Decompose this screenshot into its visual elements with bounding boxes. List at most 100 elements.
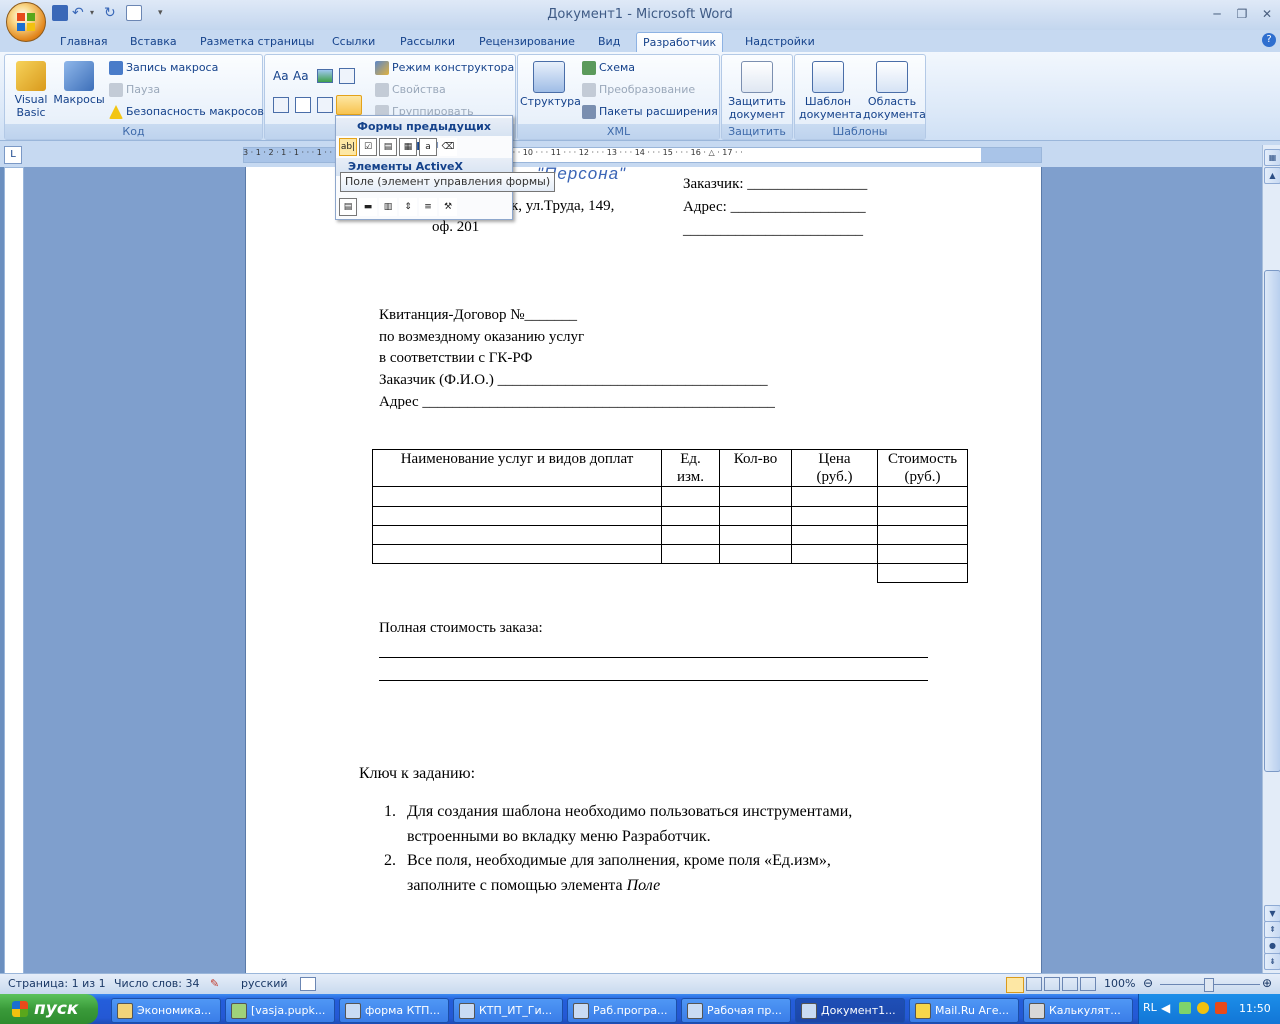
rich-text-control-icon[interactable]: Aa xyxy=(273,69,289,83)
record-macro-button[interactable]: Запись макроса xyxy=(109,59,218,77)
table-cell[interactable] xyxy=(877,486,968,507)
table-cell[interactable] xyxy=(661,486,720,507)
start-button[interactable]: пуск xyxy=(0,994,98,1024)
previous-page-icon[interactable]: ⇞ xyxy=(1264,921,1280,938)
draft-view-icon[interactable] xyxy=(1080,977,1096,991)
scroll-up-icon[interactable]: ▲ xyxy=(1264,167,1280,184)
zoom-level[interactable]: 100% xyxy=(1104,977,1135,990)
tab-view[interactable]: Вид xyxy=(592,32,626,52)
tab-developer[interactable]: Разработчик xyxy=(636,32,724,53)
vertical-scrollbar[interactable]: ▦ ▲ ▼ ⇞ ● ⇟ xyxy=(1262,145,1280,973)
table-cell[interactable] xyxy=(719,486,792,507)
visual-basic-button[interactable]: Visual Basic xyxy=(9,61,53,119)
activex-scroll-icon[interactable]: ≡ xyxy=(419,198,437,216)
design-mode-button[interactable]: Режим конструктора xyxy=(375,59,514,77)
tab-mailings[interactable]: Рассылки xyxy=(394,32,461,52)
legacy-tools-button[interactable] xyxy=(336,95,362,115)
taskbar-item[interactable]: Mail.Ru Аге... xyxy=(909,998,1019,1023)
building-block-icon[interactable] xyxy=(273,97,289,113)
table-cell[interactable] xyxy=(791,544,878,564)
table-cell[interactable] xyxy=(372,525,662,545)
tab-review[interactable]: Рецензирование xyxy=(473,32,581,52)
zoom-in-icon[interactable]: ⊕ xyxy=(1262,976,1272,990)
structure-button[interactable]: Структура xyxy=(520,61,581,108)
scroll-thumb[interactable] xyxy=(1264,270,1280,772)
macro-record-icon[interactable] xyxy=(300,977,316,991)
ruler-toggle-icon[interactable]: ▦ xyxy=(1264,149,1280,166)
tab-references[interactable]: Ссылки xyxy=(326,32,381,52)
office-button[interactable] xyxy=(6,2,46,42)
agent-tray-icon[interactable] xyxy=(1197,1002,1209,1014)
web-layout-view-icon[interactable] xyxy=(1044,977,1060,991)
taskbar-item[interactable]: Экономика... xyxy=(111,998,221,1023)
vertical-ruler[interactable] xyxy=(4,167,24,975)
protect-document-button[interactable]: Защитить документ xyxy=(724,61,790,121)
dropdown-list-icon[interactable] xyxy=(317,97,333,113)
table-cell[interactable] xyxy=(372,486,662,507)
taskbar-item[interactable]: Рабочая пр... xyxy=(681,998,791,1023)
browse-object-icon[interactable]: ● xyxy=(1264,937,1280,954)
print-layout-view-icon[interactable] xyxy=(1006,977,1024,993)
word-count[interactable]: Число слов: 34 xyxy=(114,977,200,990)
tab-selector[interactable]: L xyxy=(4,146,22,164)
document-template-button[interactable]: Шаблон документа xyxy=(797,61,862,121)
tab-home[interactable]: Главная xyxy=(54,32,114,52)
language-indicator[interactable]: русский xyxy=(241,977,288,990)
outline-view-icon[interactable] xyxy=(1062,977,1078,991)
table-cell[interactable] xyxy=(877,544,968,564)
picture-control-icon[interactable] xyxy=(317,69,333,83)
antivirus-icon[interactable] xyxy=(1215,1002,1227,1014)
close-button[interactable]: ✕ xyxy=(1256,5,1278,23)
table-cell[interactable] xyxy=(791,486,878,507)
activex-listbox-icon[interactable]: ▥ xyxy=(379,198,397,216)
language-bar[interactable]: RL xyxy=(1143,1001,1157,1014)
network-icon[interactable] xyxy=(1179,1002,1191,1014)
table-total-cell[interactable] xyxy=(877,563,968,583)
full-screen-view-icon[interactable] xyxy=(1026,977,1042,991)
more-controls-icon[interactable]: ⚒ xyxy=(439,198,457,216)
help-icon[interactable]: ? xyxy=(1262,33,1276,47)
zoom-slider-thumb[interactable] xyxy=(1204,978,1214,992)
combo-box-icon[interactable] xyxy=(339,68,355,84)
table-cell[interactable] xyxy=(719,506,792,526)
page-count[interactable]: Страница: 1 из 1 xyxy=(8,977,106,990)
table-cell[interactable] xyxy=(661,544,720,564)
schema-button[interactable]: Схема xyxy=(582,59,635,77)
tab-insert[interactable]: Вставка xyxy=(124,32,183,52)
minimize-button[interactable]: ─ xyxy=(1206,5,1228,23)
eraser-icon[interactable]: ⌫ xyxy=(439,138,457,156)
checkbox-icon[interactable]: ☑ xyxy=(359,138,377,156)
zoom-out-icon[interactable]: ⊖ xyxy=(1143,976,1153,990)
table-cell[interactable] xyxy=(372,506,662,526)
table-cell[interactable] xyxy=(877,525,968,545)
activex-button-icon[interactable]: ▬ xyxy=(359,198,377,216)
next-page-icon[interactable]: ⇟ xyxy=(1264,953,1280,970)
taskbar-item[interactable]: КТП_ИТ_Ги... xyxy=(453,998,563,1023)
back-arrow-icon[interactable]: ◀ xyxy=(1161,1001,1170,1015)
table-cell[interactable] xyxy=(719,544,792,564)
date-picker-icon[interactable] xyxy=(295,97,311,113)
activex-combo-icon[interactable]: ▤ xyxy=(339,198,357,216)
maximize-button[interactable]: ❐ xyxy=(1231,5,1253,23)
text-field-icon[interactable]: ab| xyxy=(339,138,357,156)
activex-spin-icon[interactable]: ⇕ xyxy=(399,198,417,216)
text-control-icon[interactable]: Aa xyxy=(293,69,309,83)
table-cell[interactable] xyxy=(877,506,968,526)
taskbar-item-active[interactable]: Документ1... xyxy=(795,998,905,1023)
macro-security-button[interactable]: Безопасность макросов xyxy=(109,103,264,121)
table-cell[interactable] xyxy=(661,506,720,526)
macros-button[interactable]: Макросы xyxy=(53,61,105,106)
scroll-down-icon[interactable]: ▼ xyxy=(1264,905,1280,922)
taskbar-item[interactable]: Калькулят... xyxy=(1023,998,1133,1023)
taskbar-item[interactable]: форма КТП... xyxy=(339,998,449,1023)
dropdown-field-icon[interactable]: ▤ xyxy=(379,138,397,156)
table-cell[interactable] xyxy=(661,525,720,545)
tab-addins[interactable]: Надстройки xyxy=(739,32,821,52)
table-cell[interactable] xyxy=(791,525,878,545)
frame-icon[interactable]: a xyxy=(419,138,437,156)
table-cell[interactable] xyxy=(791,506,878,526)
spellcheck-icon[interactable]: ✎ xyxy=(210,977,219,990)
table-insert-icon[interactable]: ▦ xyxy=(399,138,417,156)
document-panel-button[interactable]: Область документа xyxy=(861,61,926,121)
table-cell[interactable] xyxy=(719,525,792,545)
